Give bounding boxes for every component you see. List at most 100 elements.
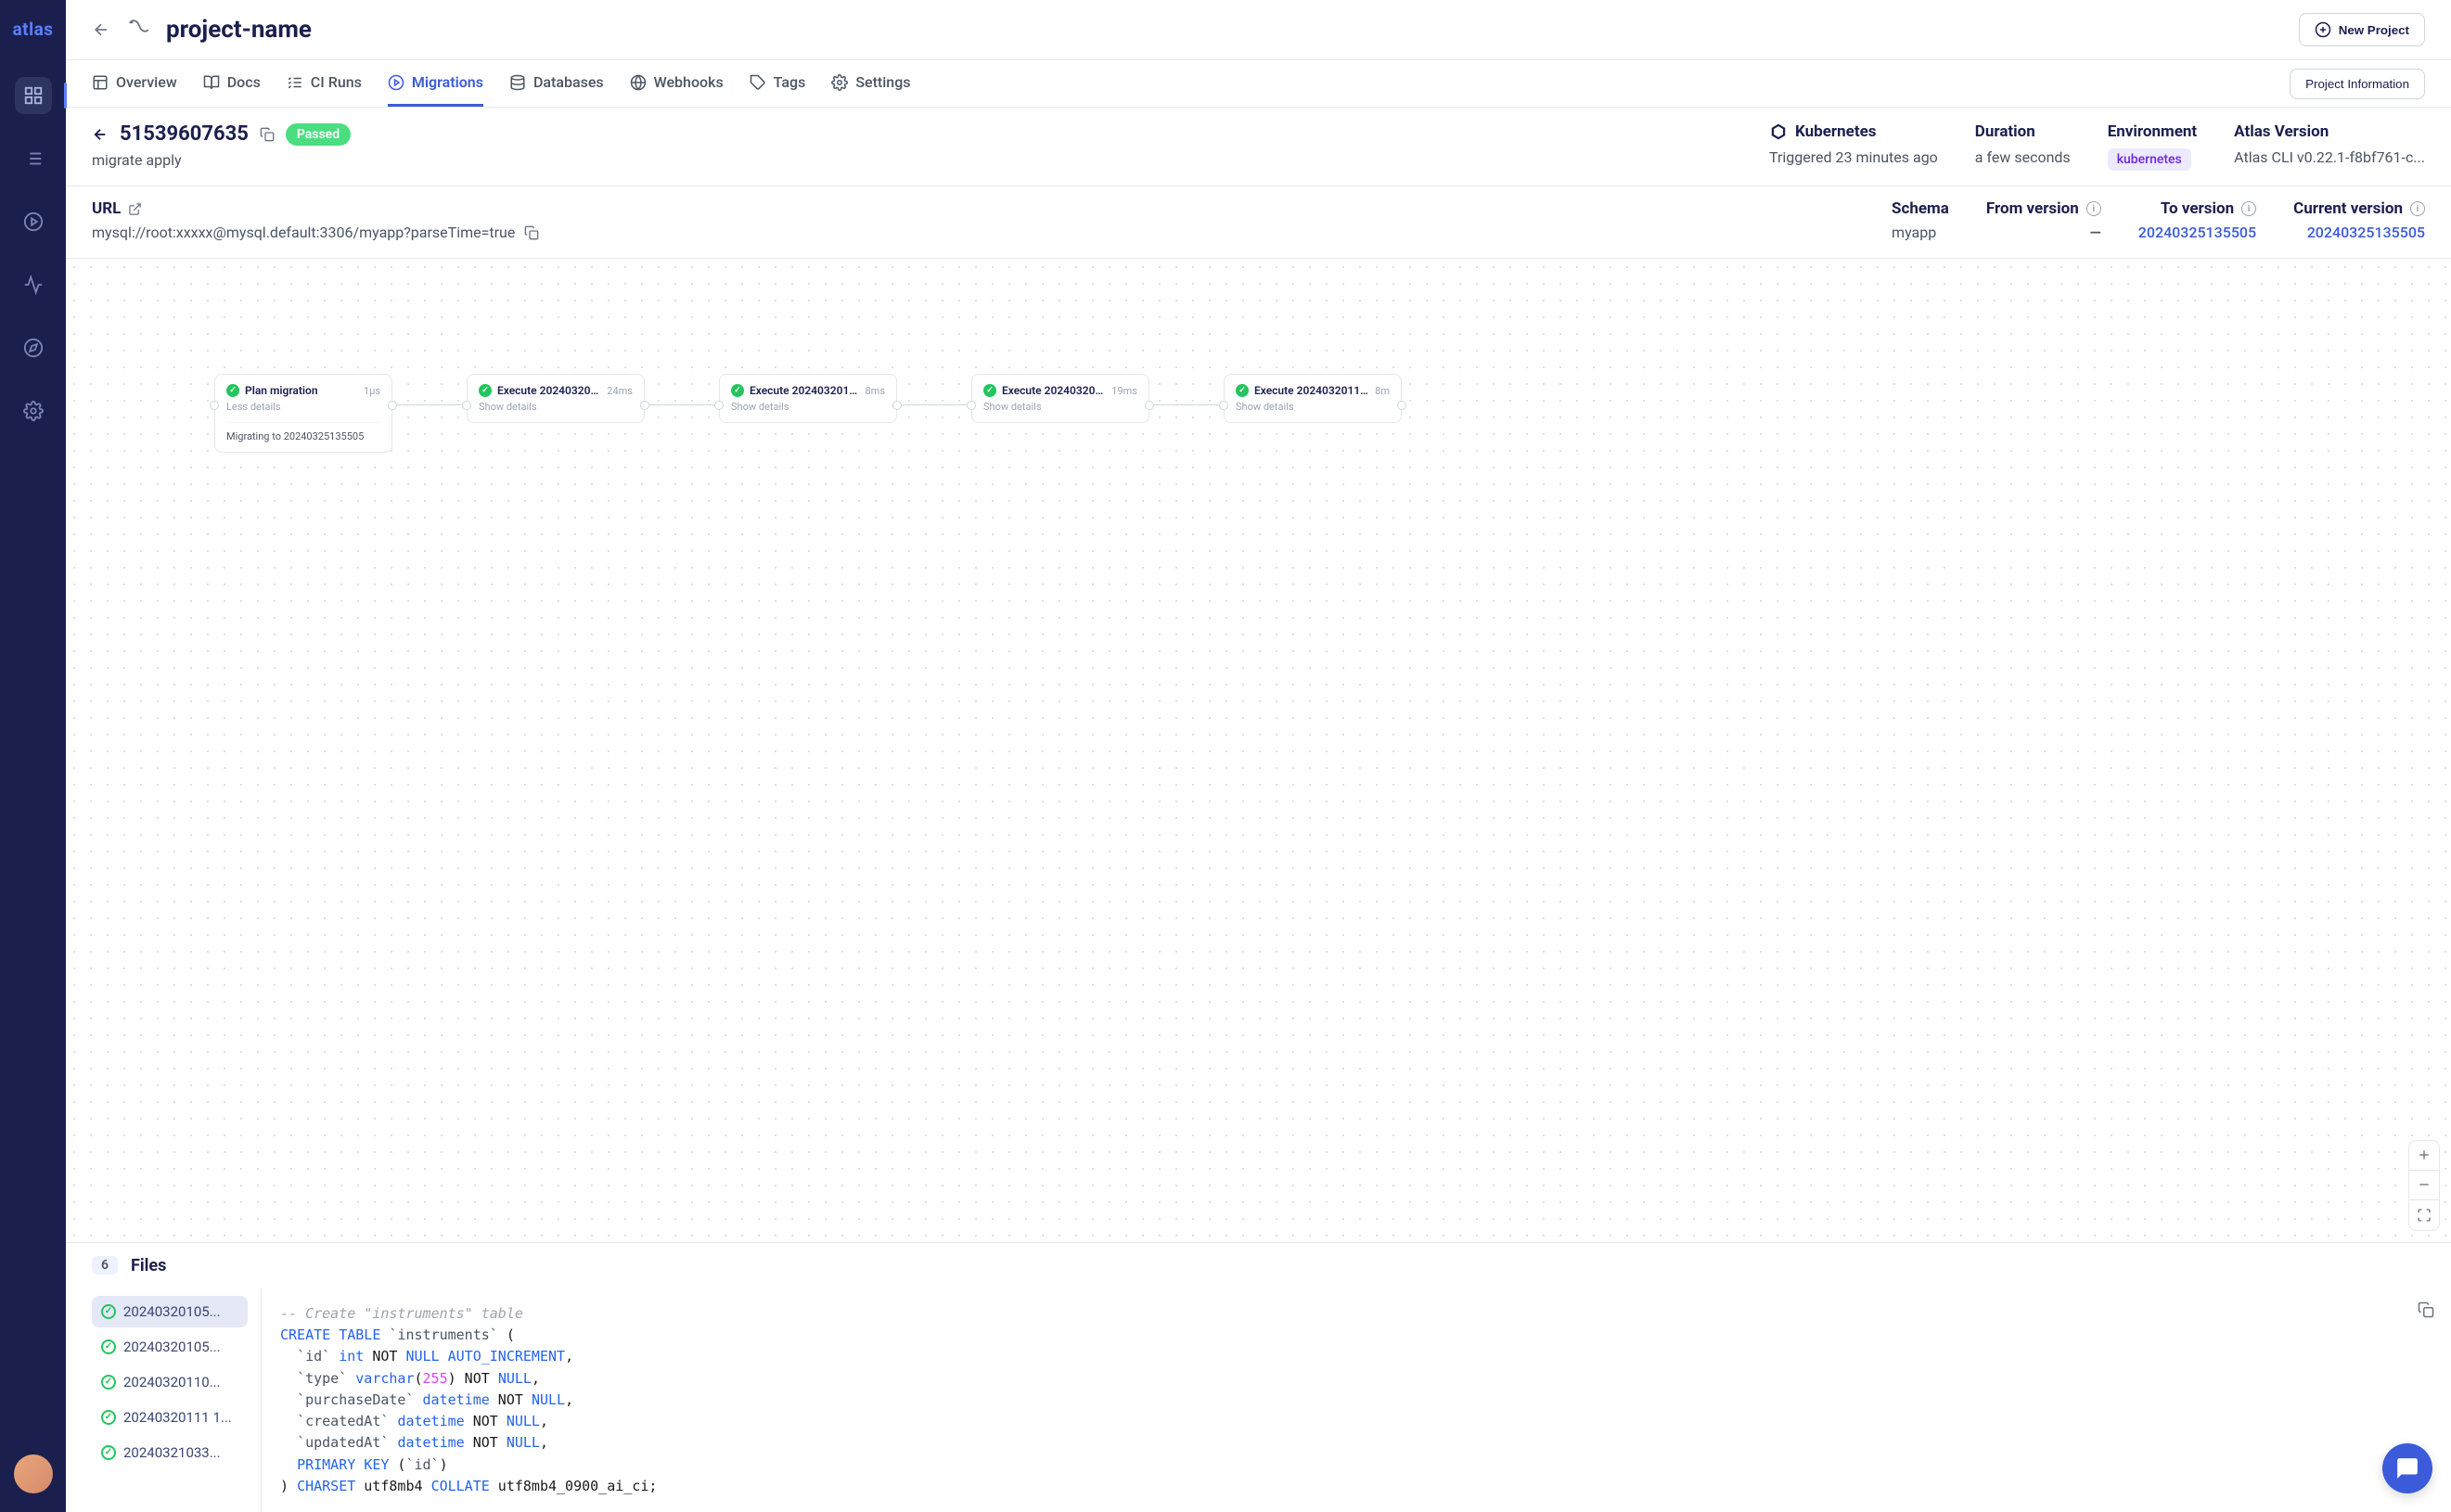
node-title: Execute 20240320105310 bbox=[497, 384, 601, 397]
chat-icon bbox=[2395, 1456, 2419, 1480]
info-icon[interactable]: i bbox=[2086, 201, 2101, 216]
migration-node[interactable]: Execute 20240320105310 24ms Show details bbox=[467, 374, 645, 423]
copy-icon bbox=[2418, 1301, 2434, 1318]
grid-icon bbox=[23, 85, 44, 106]
migration-canvas[interactable]: Plan migration1µsLess detailsMigrating t… bbox=[66, 258, 2451, 1242]
file-item[interactable]: 20240321033... bbox=[92, 1437, 248, 1468]
tab-migrations[interactable]: Migrations bbox=[388, 60, 483, 107]
node-desc: Migrating to 20240325135505 bbox=[226, 422, 380, 442]
tabs: Overview Docs CI Runs Migrations Databas… bbox=[66, 60, 2451, 108]
info-icon[interactable]: i bbox=[2241, 201, 2256, 216]
zoom-fit-button[interactable] bbox=[2409, 1200, 2439, 1230]
external-link-icon[interactable] bbox=[128, 202, 142, 216]
duration-value: a few seconds bbox=[1975, 148, 2071, 166]
database-icon bbox=[509, 74, 526, 91]
sidebar-list[interactable] bbox=[15, 140, 52, 177]
tab-docs[interactable]: Docs bbox=[203, 60, 261, 107]
plus-circle-icon bbox=[2315, 21, 2331, 38]
avatar[interactable] bbox=[14, 1454, 53, 1493]
url-value: mysql://root:xxxxx@mysql.default:3306/my… bbox=[92, 224, 515, 241]
file-item[interactable]: 20240320111 1... bbox=[92, 1402, 248, 1433]
sidebar-play[interactable] bbox=[15, 203, 52, 240]
file-item[interactable]: 20240320110... bbox=[92, 1366, 248, 1398]
node-time: 8ms bbox=[865, 385, 885, 397]
tab-overview[interactable]: Overview bbox=[92, 60, 177, 107]
check-circle-icon bbox=[226, 384, 239, 397]
zoom-out-button[interactable] bbox=[2409, 1171, 2439, 1200]
tab-webhooks[interactable]: Webhooks bbox=[630, 60, 724, 107]
migration-node[interactable]: Execute 202403201055278msShow details bbox=[719, 374, 897, 423]
copy-code-button[interactable] bbox=[2418, 1301, 2434, 1318]
project-title: project-name bbox=[166, 16, 2284, 44]
version-value: Atlas CLI v0.22.1-f8bf761-c... bbox=[2234, 148, 2425, 166]
file-item[interactable]: 20240320105... bbox=[92, 1296, 248, 1327]
copy-run-id-button[interactable] bbox=[260, 127, 275, 142]
tab-tags[interactable]: Tags bbox=[750, 60, 806, 107]
node-details-toggle[interactable]: Less details bbox=[226, 401, 380, 413]
chat-button[interactable] bbox=[2382, 1443, 2432, 1493]
copy-icon bbox=[260, 127, 275, 142]
current-version-label: Current version bbox=[2293, 199, 2403, 218]
zoom-in-button[interactable] bbox=[2409, 1141, 2439, 1171]
new-project-button[interactable]: New Project bbox=[2299, 13, 2425, 46]
arrow-left-icon bbox=[92, 126, 109, 143]
new-project-label: New Project bbox=[2339, 23, 2409, 37]
node-title: Plan migration bbox=[245, 384, 358, 397]
copy-icon bbox=[524, 225, 539, 240]
file-name: 20240320105... bbox=[123, 1303, 221, 1320]
sidebar: atlas bbox=[0, 0, 66, 1512]
triggered-value: Triggered 23 minutes ago bbox=[1769, 148, 1938, 166]
node-details-toggle[interactable]: Show details bbox=[1236, 401, 1390, 413]
node-details-toggle[interactable]: Show details bbox=[983, 401, 1137, 413]
tab-settings[interactable]: Settings bbox=[831, 60, 910, 107]
node-title: Execute 20240320110006 bbox=[1002, 384, 1106, 397]
check-icon bbox=[101, 1375, 116, 1390]
sidebar-dashboard[interactable] bbox=[15, 77, 52, 114]
migration-node[interactable]: Plan migration1µsLess detailsMigrating t… bbox=[214, 374, 392, 453]
node-details-toggle[interactable]: Show details bbox=[731, 401, 885, 413]
from-version-value: — bbox=[2090, 224, 2101, 241]
status-badge: Passed bbox=[286, 123, 351, 146]
check-icon bbox=[101, 1445, 116, 1460]
sidebar-settings[interactable] bbox=[15, 392, 52, 429]
tab-ci-runs[interactable]: CI Runs bbox=[287, 60, 362, 107]
node-time: 8m bbox=[1375, 385, 1390, 397]
check-icon bbox=[101, 1339, 116, 1354]
sidebar-explore[interactable] bbox=[15, 329, 52, 366]
to-version-link[interactable]: 20240325135505 bbox=[2138, 224, 2256, 241]
file-name: 20240320110... bbox=[123, 1374, 221, 1390]
file-name: 20240320105... bbox=[123, 1339, 221, 1355]
info-icon[interactable]: i bbox=[2410, 201, 2425, 216]
node-details-toggle[interactable]: Show details bbox=[479, 401, 633, 413]
globe-icon bbox=[630, 74, 647, 91]
duration-label: Duration bbox=[1975, 122, 2071, 141]
file-item[interactable]: 20240320105... bbox=[92, 1331, 248, 1363]
run-header: 51539607635 Passed migrate apply Kuberne… bbox=[66, 108, 2451, 186]
files-section: 6 Files 20240320105...20240320105...2024… bbox=[66, 1242, 2451, 1512]
schema-label: Schema bbox=[1892, 199, 1949, 218]
version-label: Atlas Version bbox=[2234, 122, 2425, 141]
zoom-controls bbox=[2408, 1140, 2440, 1231]
url-header: URL mysql://root:xxxxx@mysql.default:330… bbox=[66, 186, 2451, 258]
migration-node[interactable]: Execute 2024032011000619msShow details bbox=[971, 374, 1149, 423]
check-circle-icon bbox=[479, 384, 492, 397]
env-label: Environment bbox=[2108, 122, 2197, 141]
run-id: 51539607635 bbox=[120, 122, 249, 146]
file-list: 20240320105... 20240320105... 20240320110.… bbox=[66, 1288, 261, 1512]
back-button[interactable] bbox=[92, 20, 110, 39]
project-information-button[interactable]: Project Information bbox=[2290, 69, 2425, 99]
tab-databases[interactable]: Databases bbox=[509, 60, 604, 107]
migration-node[interactable]: Execute 20240320111126 8m Show details bbox=[1224, 374, 1402, 423]
node-title: Execute 20240320111126 bbox=[1254, 384, 1369, 397]
check-icon bbox=[101, 1410, 116, 1425]
current-version-link[interactable]: 20240325135505 bbox=[2307, 224, 2425, 241]
minus-icon bbox=[2417, 1177, 2432, 1192]
checklist-icon bbox=[287, 74, 303, 91]
check-circle-icon bbox=[983, 384, 996, 397]
copy-url-button[interactable] bbox=[524, 225, 539, 240]
sidebar-activity[interactable] bbox=[15, 266, 52, 303]
run-back-button[interactable] bbox=[92, 126, 109, 143]
book-icon bbox=[203, 74, 220, 91]
kubernetes-icon bbox=[1769, 122, 1788, 141]
node-time: 24ms bbox=[607, 385, 633, 397]
